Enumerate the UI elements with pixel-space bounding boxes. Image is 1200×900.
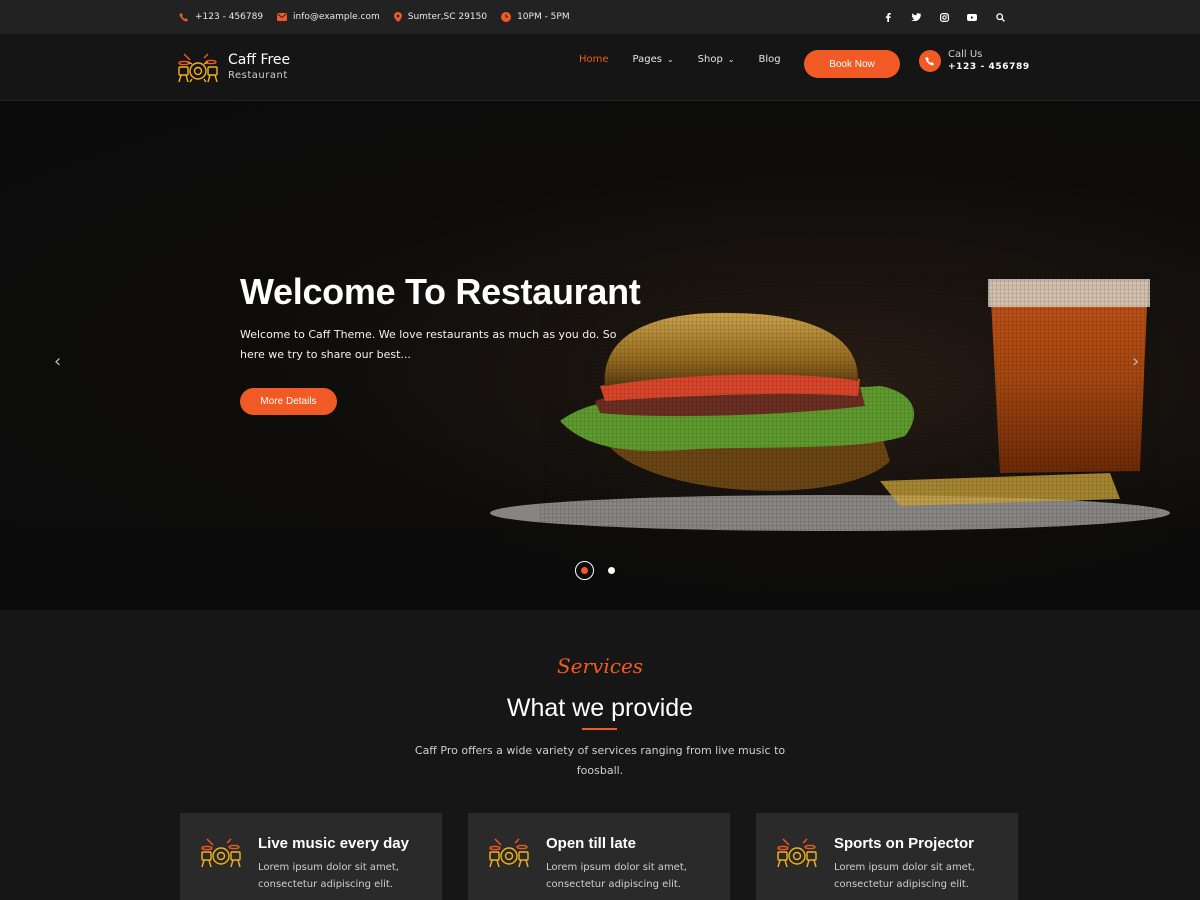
call-us-number: +123 - 456789: [948, 62, 1030, 72]
site-header: Caff Free Restaurant Home Pages ⌄ Shop ⌄ B…: [0, 34, 1200, 101]
service-card[interactable]: Sports on Projector Lorem ipsum dolor si…: [756, 813, 1018, 900]
service-card-title: Open till late: [546, 835, 637, 852]
facebook-icon[interactable]: [874, 12, 902, 22]
services-description: Caff Pro offers a wide variety of servic…: [414, 744, 786, 777]
drum-kit-logo-icon: [178, 53, 218, 83]
brand-title: Caff Free: [228, 51, 291, 68]
phone-icon: [179, 13, 188, 22]
service-card[interactable]: Open till late Lorem ipsum dolor sit ame…: [468, 813, 730, 900]
nav-item-blog[interactable]: Blog: [759, 54, 781, 65]
service-card-title: Live music every day: [258, 835, 409, 852]
slider-dot-active[interactable]: [575, 561, 594, 580]
prev-arrow-icon[interactable]: ‹: [54, 351, 61, 372]
search-icon[interactable]: [986, 12, 1014, 22]
nav-item-pages[interactable]: Pages ⌄: [633, 54, 674, 65]
services-tag: Services: [556, 654, 644, 678]
nav-item-home[interactable]: Home: [579, 54, 609, 65]
nav-item-shop[interactable]: Shop ⌄: [698, 54, 735, 65]
topbar-email-text: info@example.com: [293, 12, 380, 22]
map-pin-icon: [393, 12, 402, 22]
top-bar: +123 - 456789 info@example.com Sumter,SC…: [0, 0, 1200, 34]
nav-item-label: Blog: [758, 54, 781, 65]
hero-title: Welcome To Restaurant: [240, 271, 641, 312]
topbar-hours: 10PM - 5PM: [501, 12, 570, 22]
services-section: Services What we provide Caff Pro offers…: [0, 610, 1200, 900]
main-nav: Home Pages ⌄ Shop ⌄ Blog: [579, 54, 805, 65]
phone-icon: [919, 49, 941, 72]
clock-icon: [501, 12, 512, 22]
call-us[interactable]: Call Us +123 - 456789: [919, 49, 1030, 72]
service-card[interactable]: Live music every day Lorem ipsum dolor s…: [180, 813, 442, 900]
next-arrow-icon[interactable]: ›: [1132, 351, 1139, 372]
book-now-button[interactable]: Book Now: [804, 50, 900, 78]
nav-item-label: Home: [579, 54, 609, 65]
nav-item-label: Shop: [697, 54, 723, 65]
hero-text: Welcome to Caff Theme. We love restauran…: [240, 328, 617, 361]
drum-kit-icon: [777, 838, 817, 868]
nav-item-label: Pages: [632, 54, 662, 65]
call-us-label: Call Us: [948, 49, 983, 60]
service-card-text: Lorem ipsum dolor sit amet, consectetur …: [258, 862, 399, 890]
service-cards: Live music every day Lorem ipsum dolor s…: [180, 813, 1044, 900]
envelope-icon: [277, 13, 288, 21]
hero-slider: Welcome To Restaurant Welcome to Caff Th…: [0, 101, 1200, 610]
service-card-title: Sports on Projector: [834, 835, 975, 852]
youtube-icon[interactable]: [958, 13, 986, 21]
services-title: What we provide: [506, 694, 694, 722]
topbar-phone-text: +123 - 456789: [195, 12, 264, 22]
topbar-phone[interactable]: +123 - 456789: [179, 12, 263, 22]
topbar-location: Sumter,SC 29150: [393, 12, 488, 22]
chevron-down-icon: ⌄: [727, 55, 735, 64]
brand-subtitle: Restaurant: [228, 69, 288, 81]
instagram-icon[interactable]: [930, 12, 958, 22]
topbar-location-text: Sumter,SC 29150: [407, 12, 488, 22]
slider-dot[interactable]: [608, 567, 615, 574]
drum-kit-icon: [489, 838, 529, 868]
service-card-text: Lorem ipsum dolor sit amet, consectetur …: [546, 862, 687, 890]
title-underline: [582, 728, 617, 730]
site-logo[interactable]: Caff Free Restaurant: [178, 48, 290, 84]
more-details-button[interactable]: More Details: [240, 388, 337, 415]
twitter-icon[interactable]: [902, 13, 930, 21]
drum-kit-icon: [201, 838, 241, 868]
topbar-email[interactable]: info@example.com: [277, 12, 380, 22]
topbar-hours-text: 10PM - 5PM: [517, 12, 570, 22]
chevron-down-icon: ⌄: [666, 55, 674, 64]
service-card-text: Lorem ipsum dolor sit amet, consectetur …: [834, 862, 975, 890]
